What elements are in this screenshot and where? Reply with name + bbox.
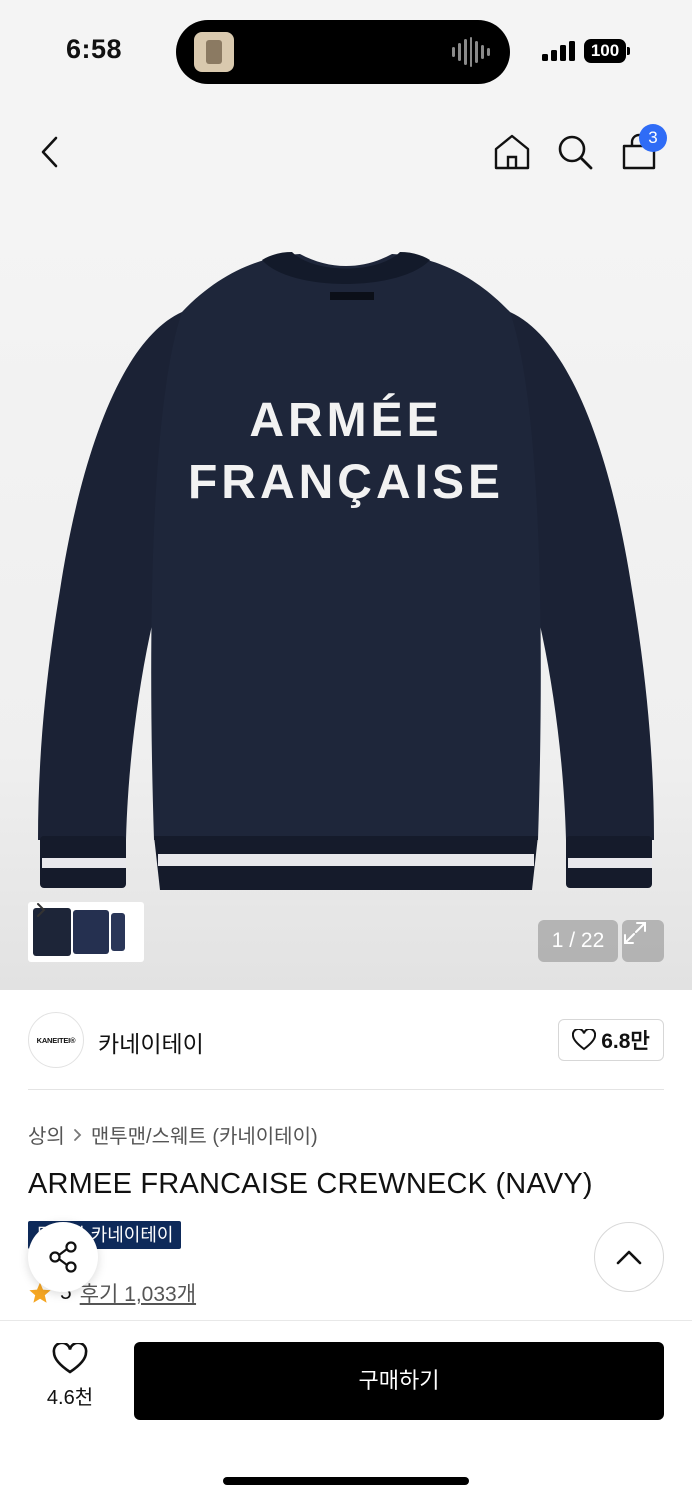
brand-logo[interactable]: KANEITEI® bbox=[28, 1012, 84, 1068]
battery-level: 100 bbox=[584, 39, 626, 63]
status-bar: 6:58 100 bbox=[0, 0, 692, 104]
chevron-right-icon bbox=[37, 903, 46, 917]
print-line-1: ARMÉE bbox=[249, 393, 442, 447]
share-icon bbox=[49, 1241, 77, 1273]
buy-button[interactable]: 구매하기 bbox=[134, 1342, 664, 1420]
cart-button[interactable]: 3 bbox=[615, 124, 667, 176]
brand-row[interactable]: KANEITEI® 카네이테이 6.8만 bbox=[0, 990, 692, 1090]
search-icon bbox=[558, 135, 593, 170]
heart-icon bbox=[52, 1343, 88, 1374]
thumbnail-image[interactable] bbox=[111, 913, 125, 951]
home-icon bbox=[494, 134, 530, 170]
product-image-gallery[interactable]: ARMÉE FRANÇAISE 1 / 22 bbox=[0, 200, 692, 990]
chevron-up-icon bbox=[616, 1250, 642, 1265]
product-title: ARMEE FRANCAISE CREWNECK (NAVY) bbox=[28, 1168, 593, 1200]
print-line-2: FRANÇAISE bbox=[188, 456, 504, 509]
image-counter: 1 / 22 bbox=[538, 920, 618, 962]
wishlist-count: 4.6천 bbox=[46, 1387, 94, 1409]
breadcrumb-category[interactable]: 상의 bbox=[28, 1120, 65, 1149]
share-button[interactable] bbox=[28, 1222, 98, 1292]
audio-waveform-icon bbox=[452, 36, 491, 68]
cellular-signal-icon bbox=[542, 41, 575, 61]
review-count-link[interactable]: 후기 1,033개 bbox=[80, 1278, 196, 1308]
divider bbox=[28, 1089, 664, 1090]
sweatshirt-image: ARMÉE FRANÇAISE bbox=[38, 252, 654, 890]
fullscreen-button[interactable] bbox=[622, 920, 664, 962]
thumbnail-image[interactable] bbox=[73, 910, 109, 954]
heart-icon bbox=[572, 1029, 597, 1051]
brand-like-count: 6.8만 bbox=[601, 1030, 650, 1053]
expand-icon bbox=[624, 922, 646, 944]
breadcrumb: 상의 맨투맨/스웨트 (카네이테이) bbox=[28, 1120, 318, 1149]
dynamic-island[interactable] bbox=[176, 20, 510, 84]
scroll-to-top-button[interactable] bbox=[594, 1222, 664, 1292]
home-button[interactable] bbox=[488, 128, 536, 176]
cart-count-badge: 3 bbox=[639, 124, 667, 152]
back-button[interactable] bbox=[26, 128, 74, 176]
battery-icon: 100 bbox=[584, 39, 630, 63]
now-playing-artwork bbox=[194, 32, 234, 72]
brand-like-button[interactable]: 6.8만 bbox=[558, 1019, 664, 1061]
brand-name[interactable]: 카네이테이 bbox=[98, 1025, 204, 1059]
top-navigation: 3 bbox=[0, 104, 692, 200]
thumbnail-strip[interactable] bbox=[28, 902, 144, 962]
chevron-right-icon bbox=[73, 1128, 82, 1141]
bottom-action-bar: 4.6천 구매하기 bbox=[0, 1320, 692, 1500]
chevron-left-icon bbox=[41, 136, 58, 168]
status-time: 6:58 bbox=[66, 34, 123, 64]
search-button[interactable] bbox=[551, 128, 599, 176]
breadcrumb-subcategory[interactable]: 맨투맨/스웨트 (카네이테이) bbox=[91, 1120, 318, 1149]
home-indicator[interactable] bbox=[223, 1477, 469, 1485]
wishlist-button[interactable]: 4.6천 bbox=[28, 1343, 112, 1423]
